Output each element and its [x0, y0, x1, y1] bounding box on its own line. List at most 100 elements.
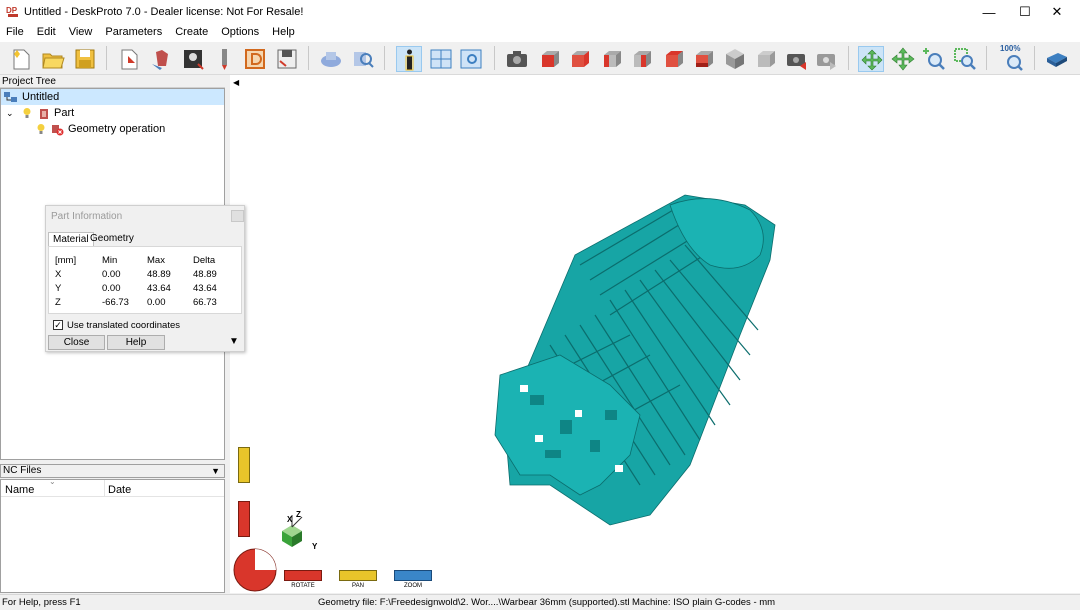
- tree-item-label: Untitled: [22, 91, 60, 103]
- view-bottom-icon[interactable]: [690, 46, 716, 72]
- vertical-rotate-control[interactable]: [238, 501, 250, 537]
- axis-y-label: Y: [312, 542, 318, 551]
- collapse-chevron-icon[interactable]: ⌄: [6, 108, 16, 119]
- tree-item-project[interactable]: Untitled: [1, 89, 224, 105]
- row-y-label: Y: [55, 283, 62, 294]
- part-info-icon[interactable]: [396, 46, 422, 72]
- add-geometry-icon[interactable]: [148, 46, 174, 72]
- dialog-close-icon[interactable]: [231, 210, 244, 222]
- simulation-icon[interactable]: [318, 46, 344, 72]
- rotate-label: ROTATE: [291, 583, 315, 589]
- help-book-icon[interactable]: [1044, 46, 1070, 72]
- column-min: Min: [102, 255, 118, 266]
- menu-edit[interactable]: Edit: [31, 24, 63, 42]
- zoom-label: ZOOM: [404, 583, 422, 589]
- part-icon: [38, 107, 50, 120]
- use-translated-checkbox[interactable]: ✓: [53, 320, 63, 330]
- view-window-icon[interactable]: [458, 46, 484, 72]
- close-dialog-button[interactable]: Close: [48, 335, 105, 350]
- menu-file[interactable]: File: [0, 24, 31, 42]
- menu-bar: File Edit View Parameters Create Options…: [0, 24, 1080, 42]
- nc-files-column-header: Name ⌄ Date: [1, 477, 224, 497]
- zoom-mode-icon[interactable]: [920, 46, 946, 72]
- axis-indicator: [282, 515, 303, 547]
- bitmap-icon[interactable]: [180, 46, 206, 72]
- view-right-icon[interactable]: [628, 46, 654, 72]
- zoom-100-label: 100%: [1000, 44, 1021, 53]
- status-geometry-file: Geometry file: F:\Freedesignwold\2. Wor.…: [318, 597, 630, 608]
- pan-label: PAN: [352, 583, 364, 589]
- menu-view[interactable]: View: [63, 24, 100, 42]
- load-geometry-icon[interactable]: [116, 46, 142, 72]
- tree-item-label: Part: [54, 107, 75, 119]
- axis-x-label: X: [287, 515, 293, 524]
- view-box-icon[interactable]: [752, 46, 778, 72]
- app-logo-icon: DP: [6, 4, 20, 18]
- 3d-viewport[interactable]: ◀ X Z Y ROTATE PAN ZOOM: [230, 75, 1080, 593]
- nc-files-header: NC Files ▼: [0, 464, 225, 478]
- menu-create[interactable]: Create: [169, 24, 215, 42]
- row-y-min: 0.00: [102, 283, 121, 294]
- row-z-max: 0.00: [147, 297, 166, 308]
- pan-control[interactable]: [339, 570, 377, 581]
- menu-parameters[interactable]: Parameters: [99, 24, 169, 42]
- status-machine: Machine: ISO plain G-codes - mm: [632, 597, 776, 608]
- open-project-icon[interactable]: [40, 46, 66, 72]
- nc-files-title: NC Files: [3, 465, 42, 476]
- save-project-icon[interactable]: [72, 46, 98, 72]
- row-z-label: Z: [55, 297, 61, 308]
- row-y-max: 43.64: [147, 283, 171, 294]
- menu-help[interactable]: Help: [266, 24, 302, 42]
- save-nc-icon[interactable]: [274, 46, 300, 72]
- rotate-mode-icon[interactable]: [858, 46, 884, 72]
- column-date[interactable]: Date: [108, 484, 131, 496]
- previous-view-icon[interactable]: [784, 46, 810, 72]
- view-iso-icon[interactable]: [722, 46, 748, 72]
- vertical-pan-control[interactable]: [238, 447, 250, 483]
- rotate-dial-icon[interactable]: [232, 547, 278, 593]
- nc-files-list[interactable]: Name ⌄ Date: [0, 477, 225, 593]
- status-help: For Help, press F1: [2, 597, 81, 608]
- column-name[interactable]: Name: [5, 484, 34, 496]
- expand-arrow-icon[interactable]: ▼: [229, 336, 239, 347]
- tree-item-part[interactable]: ⌄ Part: [6, 105, 74, 121]
- view-back-icon[interactable]: [566, 46, 592, 72]
- tool-icon[interactable]: [212, 46, 238, 72]
- menu-options[interactable]: Options: [215, 24, 266, 42]
- zoom-window-icon[interactable]: [952, 46, 978, 72]
- bulb-icon[interactable]: [22, 107, 32, 119]
- pan-mode-icon[interactable]: [890, 46, 916, 72]
- geometry-operation-icon: [50, 123, 64, 136]
- layout-icon[interactable]: [428, 46, 454, 72]
- column-delta: Delta: [193, 255, 216, 266]
- use-translated-label: Use translated coordinates: [67, 320, 181, 331]
- row-z-delta: 66.73: [193, 297, 217, 308]
- tree-item-label: Geometry operation: [68, 123, 166, 135]
- help-button[interactable]: Help: [107, 335, 165, 350]
- row-x-label: X: [55, 269, 62, 280]
- row-x-delta: 48.89: [193, 269, 217, 280]
- camera-icon[interactable]: [504, 46, 530, 72]
- tab-geometry[interactable]: Geometry: [86, 232, 138, 246]
- collapse-panel-icon[interactable]: ◀: [233, 78, 239, 87]
- svg-text:DP: DP: [6, 6, 18, 15]
- close-button[interactable]: ✕: [1034, 0, 1080, 24]
- zoom-control[interactable]: [394, 570, 432, 581]
- window-title: Untitled - DeskProto 7.0 - Dealer licens…: [24, 6, 304, 18]
- drawing-icon[interactable]: [242, 46, 268, 72]
- rotate-control[interactable]: [284, 570, 322, 581]
- status-bar: For Help, press F1 Geometry file: F:\Fre…: [0, 594, 1080, 608]
- dropdown-arrow-icon[interactable]: ▼: [211, 465, 220, 477]
- view-front-icon[interactable]: [536, 46, 562, 72]
- part-information-dialog: Part Information Material Geometry [mm] …: [45, 205, 245, 352]
- preview-icon[interactable]: [350, 46, 376, 72]
- column-units: [mm]: [55, 255, 77, 266]
- bulb-icon[interactable]: [36, 123, 46, 135]
- new-project-icon[interactable]: [8, 46, 34, 72]
- tree-item-geometry-operation[interactable]: Geometry operation: [36, 121, 165, 137]
- view-left-icon[interactable]: [598, 46, 624, 72]
- column-max: Max: [147, 255, 165, 266]
- next-view-icon[interactable]: [814, 46, 840, 72]
- row-x-min: 0.00: [102, 269, 121, 280]
- view-top-icon[interactable]: [660, 46, 686, 72]
